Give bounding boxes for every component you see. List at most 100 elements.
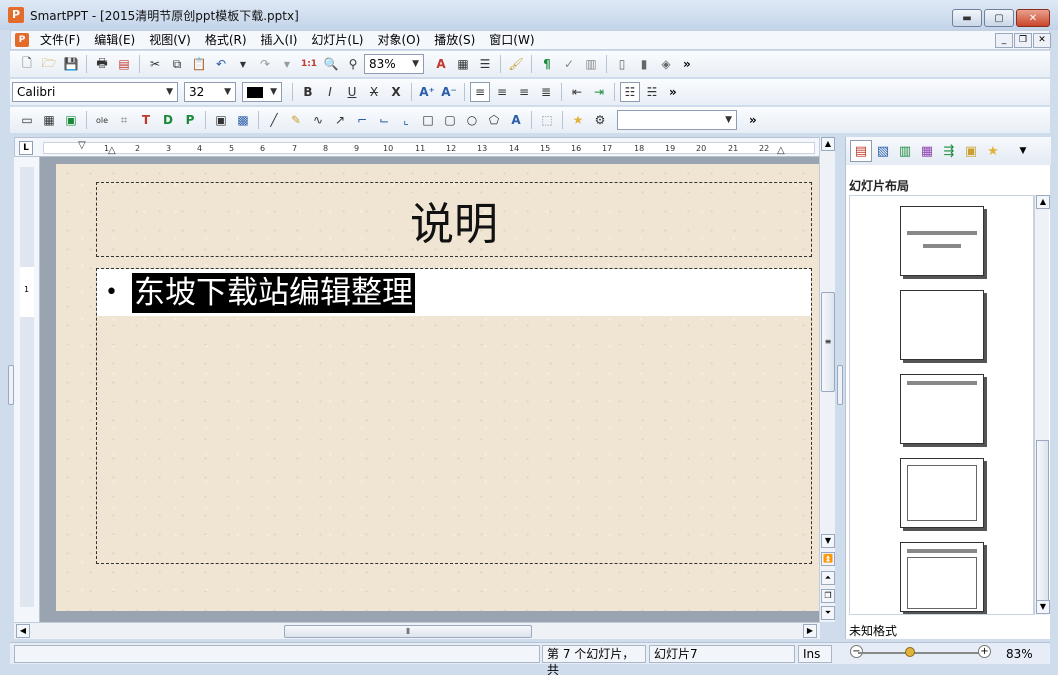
spell-check-icon[interactable]: ✓ — [559, 54, 579, 74]
table-icon[interactable]: ▦ — [39, 110, 59, 130]
stack-icon[interactable]: ◈ — [656, 54, 676, 74]
pane-scroll-down-icon[interactable]: ▼ — [1036, 600, 1050, 614]
horizontal-scrollbar[interactable]: ◀ ⦀ ▶ — [14, 622, 820, 639]
justify-icon[interactable]: ≣ — [536, 82, 556, 102]
image-frame-icon[interactable]: ▩ — [233, 110, 253, 130]
bullet-list-icon[interactable]: ☷ — [620, 82, 640, 102]
body-placeholder[interactable]: • 东坡下载站编辑整理 — [96, 268, 812, 564]
vertical-scrollbar[interactable]: ▲ ≡ ▼ ⏫ ⏶ ❐ ⏷ — [819, 137, 835, 622]
chart-icon[interactable]: ▥ — [581, 54, 601, 74]
scroll-right-icon[interactable]: ▶ — [803, 624, 817, 638]
menu-view[interactable]: 视图(V) — [142, 31, 198, 49]
menu-slide[interactable]: 幻灯片(L) — [304, 31, 370, 49]
ruler-strip[interactable]: 1 2 3 4 5 6 7 8 9 10 11 12 13 14 15 16 1… — [43, 140, 815, 156]
layout-title-only[interactable] — [900, 374, 984, 444]
left-pane-toggle[interactable] — [8, 365, 14, 405]
bullet-paragraph[interactable]: • 东坡下载站编辑整理 — [97, 269, 811, 316]
list-view-icon[interactable]: ☰ — [475, 54, 495, 74]
outdent-icon[interactable]: ⇤ — [567, 82, 587, 102]
menu-edit[interactable]: 编辑(E) — [87, 31, 142, 49]
copy-icon[interactable]: ⧉ — [167, 54, 187, 74]
increase-font-icon[interactable]: A⁺ — [417, 82, 437, 102]
print-icon[interactable]: 🖶 — [92, 54, 112, 74]
arrow-tool-icon[interactable]: ↗ — [330, 110, 350, 130]
left-indent-marker[interactable]: △ — [108, 145, 116, 156]
minimize-button[interactable]: ▬ — [952, 9, 982, 27]
actual-size-icon[interactable]: 1:1 — [299, 54, 319, 74]
line-tool-icon[interactable]: ╱ — [264, 110, 284, 130]
new-file-icon[interactable]: 🗋 — [17, 54, 37, 74]
first-line-indent-marker[interactable]: ▽ — [78, 140, 86, 151]
clear-format-icon[interactable]: X — [386, 82, 406, 102]
font-size-combo[interactable]: 32 ▼ — [184, 82, 236, 102]
pane-menu-chevron-down-icon[interactable]: ▼ — [1012, 140, 1034, 162]
indent-icon[interactable]: ⇥ — [589, 82, 609, 102]
zoom-icon[interactable]: ⚲ — [343, 54, 363, 74]
zoom-in-icon[interactable]: + — [978, 645, 991, 658]
mdi-close-button[interactable]: ✕ — [1033, 33, 1051, 48]
status-insert-mode[interactable]: Ins — [798, 645, 832, 663]
page-view-icon[interactable]: ▯ — [612, 54, 632, 74]
date-field-icon[interactable]: D — [158, 110, 178, 130]
animation-pane-icon[interactable]: ⇶ — [938, 140, 960, 162]
previous-slide-icon[interactable]: ⏶ — [821, 571, 835, 585]
italic-icon[interactable]: I — [320, 82, 340, 102]
pane-scroll-up-icon[interactable]: ▲ — [1036, 195, 1050, 209]
title-placeholder[interactable]: 说明 — [96, 182, 812, 257]
open-folder-icon[interactable]: 🗁 — [39, 54, 59, 74]
layout-title-subtitle[interactable] — [900, 206, 984, 276]
wordart-icon[interactable]: A — [506, 110, 526, 130]
close-button[interactable]: ✕ — [1016, 9, 1050, 27]
vertical-ruler[interactable]: 1 — [14, 157, 40, 622]
slide-view-icon[interactable]: ❐ — [821, 589, 835, 603]
redo-dropdown-icon[interactable]: ▼ — [277, 54, 297, 74]
redo-icon[interactable]: ↷ — [255, 54, 275, 74]
field-icon[interactable]: ⌗ — [114, 110, 134, 130]
undo-icon[interactable]: ↶ — [211, 54, 231, 74]
ole-object-icon[interactable]: ole — [92, 110, 112, 130]
undo-dropdown-icon[interactable]: ▼ — [233, 54, 253, 74]
effects-star-icon[interactable]: ★ — [982, 140, 1004, 162]
ellipse-tool-icon[interactable]: ○ — [462, 110, 482, 130]
horizontal-ruler[interactable]: L 1 2 3 4 5 6 7 8 9 10 11 12 13 14 15 16… — [14, 137, 820, 157]
right-pane-toggle[interactable] — [837, 365, 843, 405]
transition-pane-icon[interactable]: ▣ — [960, 140, 982, 162]
underline-icon[interactable]: U — [342, 82, 362, 102]
curved-connector-icon[interactable]: ⌞ — [396, 110, 416, 130]
save-icon[interactable]: 💾 — [61, 54, 81, 74]
export-pdf-icon[interactable]: ▤ — [114, 54, 134, 74]
menu-window[interactable]: 窗口(W) — [482, 31, 541, 49]
strikethrough-icon[interactable]: X — [364, 82, 384, 102]
numbered-list-icon[interactable]: ☵ — [642, 82, 662, 102]
cut-icon[interactable]: ✂ — [145, 54, 165, 74]
menu-object[interactable]: 对象(O) — [370, 31, 427, 49]
scroll-down-icon[interactable]: ▼ — [821, 534, 835, 548]
align-center-icon[interactable]: ≡ — [492, 82, 512, 102]
pen-tool-icon[interactable]: ✎ — [286, 110, 306, 130]
picture-icon[interactable]: ▣ — [61, 110, 81, 130]
connector-icon[interactable]: ⌐ — [352, 110, 372, 130]
zoom-combo[interactable]: 83% ▼ — [364, 54, 424, 74]
style-combo[interactable]: ▼ — [617, 110, 737, 130]
menu-play[interactable]: 播放(S) — [427, 31, 482, 49]
task-pane-scroll-thumb[interactable] — [1036, 440, 1049, 602]
next-slide-icon[interactable]: ⏷ — [821, 606, 835, 620]
theme-pane-icon[interactable]: ▦ — [916, 140, 938, 162]
menu-format[interactable]: 格式(R) — [198, 31, 254, 49]
zoom-slider[interactable] — [858, 652, 988, 654]
horizontal-scroll-thumb[interactable]: ⦀ — [284, 625, 532, 638]
document-icon[interactable]: P — [15, 33, 29, 47]
font-color-a-icon[interactable]: A — [431, 54, 451, 74]
menu-insert[interactable]: 插入(I) — [254, 31, 305, 49]
zoom-fit-icon[interactable]: 🔍 — [321, 54, 341, 74]
elbow-connector-icon[interactable]: ⌙ — [374, 110, 394, 130]
align-left-icon[interactable]: ≡ — [470, 82, 490, 102]
group-icon[interactable]: ⬚ — [537, 110, 557, 130]
zoom-slider-handle[interactable] — [905, 647, 915, 657]
selected-body-text[interactable]: 东坡下载站编辑整理 — [131, 272, 415, 313]
tab-stop-selector[interactable]: L — [19, 141, 33, 155]
layout-pane-icon[interactable]: ▤ — [850, 140, 872, 162]
text-box-icon[interactable]: ▭ — [17, 110, 37, 130]
rectangle-tool-icon[interactable]: □ — [418, 110, 438, 130]
layout-title-content[interactable] — [900, 542, 984, 612]
